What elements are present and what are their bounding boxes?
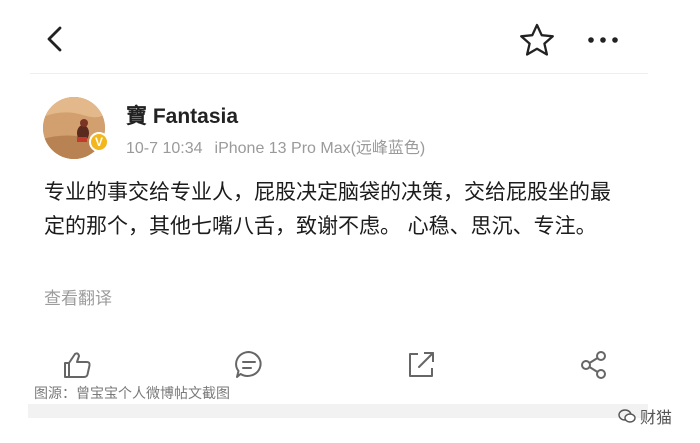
top-navigation-bar <box>0 0 700 75</box>
translate-link[interactable]: 查看翻译 <box>44 284 112 309</box>
watermark-text: 财猫 <box>640 408 673 427</box>
post-device: iPhone 13 Pro Max(远峰蓝色) <box>214 140 426 157</box>
thumbs-up-icon[interactable] <box>60 348 94 382</box>
footer-bar <box>28 404 648 418</box>
username[interactable]: 寶 Fantasia <box>126 100 238 130</box>
wechat-icon <box>618 409 636 423</box>
share-arrow-icon[interactable] <box>404 348 438 382</box>
avatar-container[interactable]: V <box>43 97 109 161</box>
post-date: 10-7 10:34 <box>126 140 203 157</box>
more-horizontal-icon[interactable] <box>584 25 622 55</box>
post-meta: 10-7 10:34 iPhone 13 Pro Max(远峰蓝色) <box>126 134 425 158</box>
header-divider <box>30 73 648 74</box>
verified-badge: V <box>89 132 109 152</box>
image-source-caption: 图源：曾宝宝个人微博帖文截图 <box>32 383 232 403</box>
star-icon[interactable] <box>518 22 556 58</box>
share-nodes-icon[interactable] <box>577 348 611 382</box>
watermark: 财猫 <box>618 404 672 428</box>
comment-icon[interactable] <box>232 348 266 382</box>
back-chevron-icon[interactable] <box>38 22 72 56</box>
post-content: 专业的事交给专业人，屁股决定脑袋的决策，交给屁股坐的最定的那个，其他七嘴八舌，致… <box>44 180 611 238</box>
